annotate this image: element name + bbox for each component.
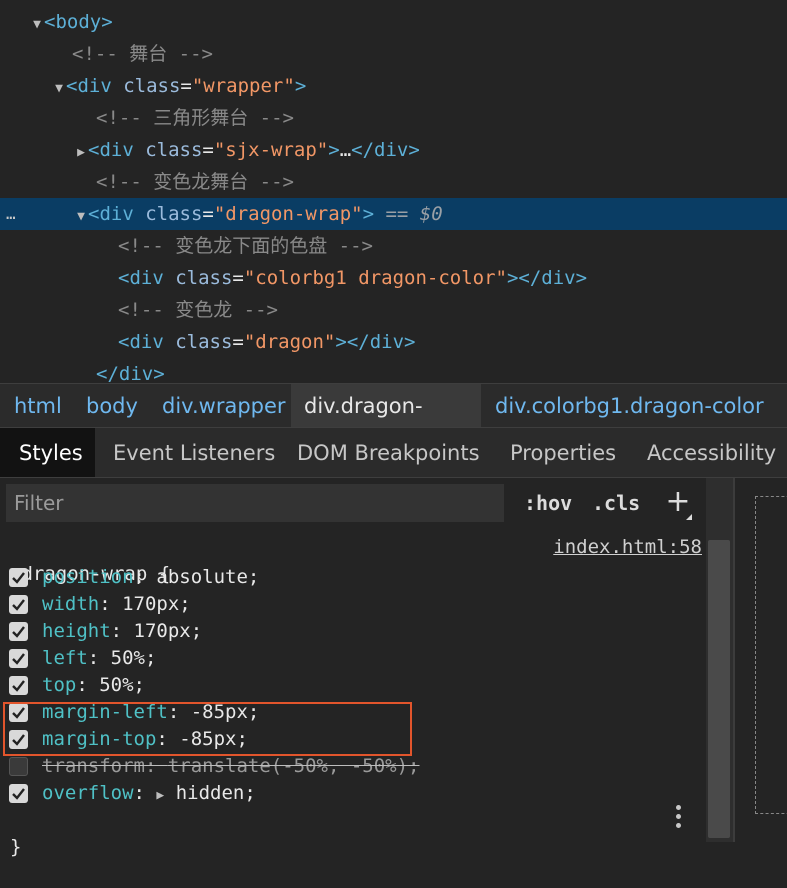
declaration-checkbox[interactable]	[9, 784, 28, 803]
declaration-checkbox-unchecked[interactable]	[9, 757, 28, 776]
plus-menu-corner-icon	[686, 514, 692, 520]
expand-triangle-icon[interactable]: ▼	[30, 9, 44, 41]
dom-node-body[interactable]: ▼ <body>	[30, 6, 787, 38]
dom-comment[interactable]: <!-- 变色龙舞台 -->	[96, 166, 787, 198]
style-declaration[interactable]: top: 50%;	[0, 672, 706, 699]
declaration-checkbox[interactable]	[9, 676, 28, 695]
elements-dom-tree[interactable]: ▼ <body> <!-- 舞台 --> ▼ <div class="wrapper…	[0, 0, 787, 383]
dom-node-close[interactable]: </div>	[96, 358, 787, 383]
declaration-checkbox[interactable]	[9, 703, 28, 722]
source-link[interactable]: index.html:58	[553, 534, 702, 561]
style-declaration[interactable]: overflow: ▶ hidden;	[0, 780, 706, 807]
dom-comment[interactable]: <!-- 变色龙 -->	[118, 294, 787, 326]
tab-accessibility[interactable]: Accessibility	[647, 428, 776, 477]
rule-close: }	[10, 836, 22, 858]
style-declaration[interactable]: position: absolute;	[0, 564, 706, 591]
filter-input[interactable]	[6, 484, 504, 522]
tab-dom-breakpoints[interactable]: DOM Breakpoints	[297, 428, 480, 477]
expand-triangle-icon[interactable]: ▼	[52, 73, 66, 105]
declaration-checkbox[interactable]	[9, 568, 28, 587]
breadcrumb-div-colorbg1[interactable]: div.colorbg1.dragon-color	[488, 384, 771, 427]
scrollbar-thumb[interactable]	[708, 540, 730, 838]
declaration-checkbox[interactable]	[9, 649, 28, 668]
breadcrumb-div-dragon-wrap[interactable]: div.dragon-wrap	[291, 384, 481, 462]
sidebar-tabs: Styles Event Listeners DOM Breakpoints P…	[0, 428, 787, 478]
styles-pane: .dragon-wrap { index.html:58 position: a…	[0, 528, 706, 858]
breadcrumb-html[interactable]: html	[7, 384, 69, 427]
breadcrumb-body[interactable]: body	[79, 384, 145, 427]
more-options-icon[interactable]	[668, 802, 688, 832]
box-model-outline	[755, 496, 787, 814]
style-declaration-margin-top[interactable]: margin-top: -85px;	[0, 726, 706, 753]
tab-styles[interactable]: Styles	[0, 428, 95, 477]
dom-comment[interactable]: <!-- 变色龙下面的色盘 -->	[118, 230, 787, 262]
tab-event-listeners[interactable]: Event Listeners	[113, 428, 275, 477]
collapse-triangle-icon[interactable]: ▶	[74, 137, 88, 169]
node-actions-icon[interactable]: …	[6, 198, 16, 230]
dom-node-dragon-wrap-selected[interactable]: … ▼ <div class="dragon-wrap"> == $0	[0, 198, 787, 230]
breadcrumb: html body div.wrapper div.dragon-wrap di…	[0, 383, 787, 462]
style-declaration-disabled[interactable]: transform: translate(-50%, -50%);	[0, 753, 706, 780]
styles-toolbar: :hov .cls +	[0, 478, 706, 528]
expand-triangle-icon[interactable]: ▼	[74, 201, 88, 233]
style-declaration[interactable]: left: 50%;	[0, 645, 706, 672]
dom-node-sjx-wrap[interactable]: ▶ <div class="sjx-wrap">…</div>	[74, 134, 787, 166]
style-declaration[interactable]: width: 170px;	[0, 591, 706, 618]
dom-comment[interactable]: <!-- 三角形舞台 -->	[96, 102, 787, 134]
dom-node-dragon[interactable]: <div class="dragon"></div>	[118, 326, 787, 358]
tab-properties[interactable]: Properties	[510, 428, 616, 477]
style-declaration[interactable]: height: 170px;	[0, 618, 706, 645]
style-declaration-margin-left[interactable]: margin-left: -85px;	[0, 699, 706, 726]
breadcrumb-div-wrapper[interactable]: div.wrapper	[155, 384, 293, 427]
dom-comment[interactable]: <!-- 舞台 -->	[72, 38, 787, 70]
declaration-checkbox[interactable]	[9, 622, 28, 641]
dom-node-wrapper[interactable]: ▼ <div class="wrapper">	[52, 70, 787, 102]
dom-node-colorbg1[interactable]: <div class="colorbg1 dragon-color"></div…	[118, 262, 787, 294]
cls-toggle-button[interactable]: .cls	[592, 484, 640, 522]
declaration-checkbox[interactable]	[9, 595, 28, 614]
rule-header: .dragon-wrap { index.html:58	[0, 534, 706, 585]
declaration-checkbox[interactable]	[9, 730, 28, 749]
hov-toggle-button[interactable]: :hov	[524, 484, 572, 522]
